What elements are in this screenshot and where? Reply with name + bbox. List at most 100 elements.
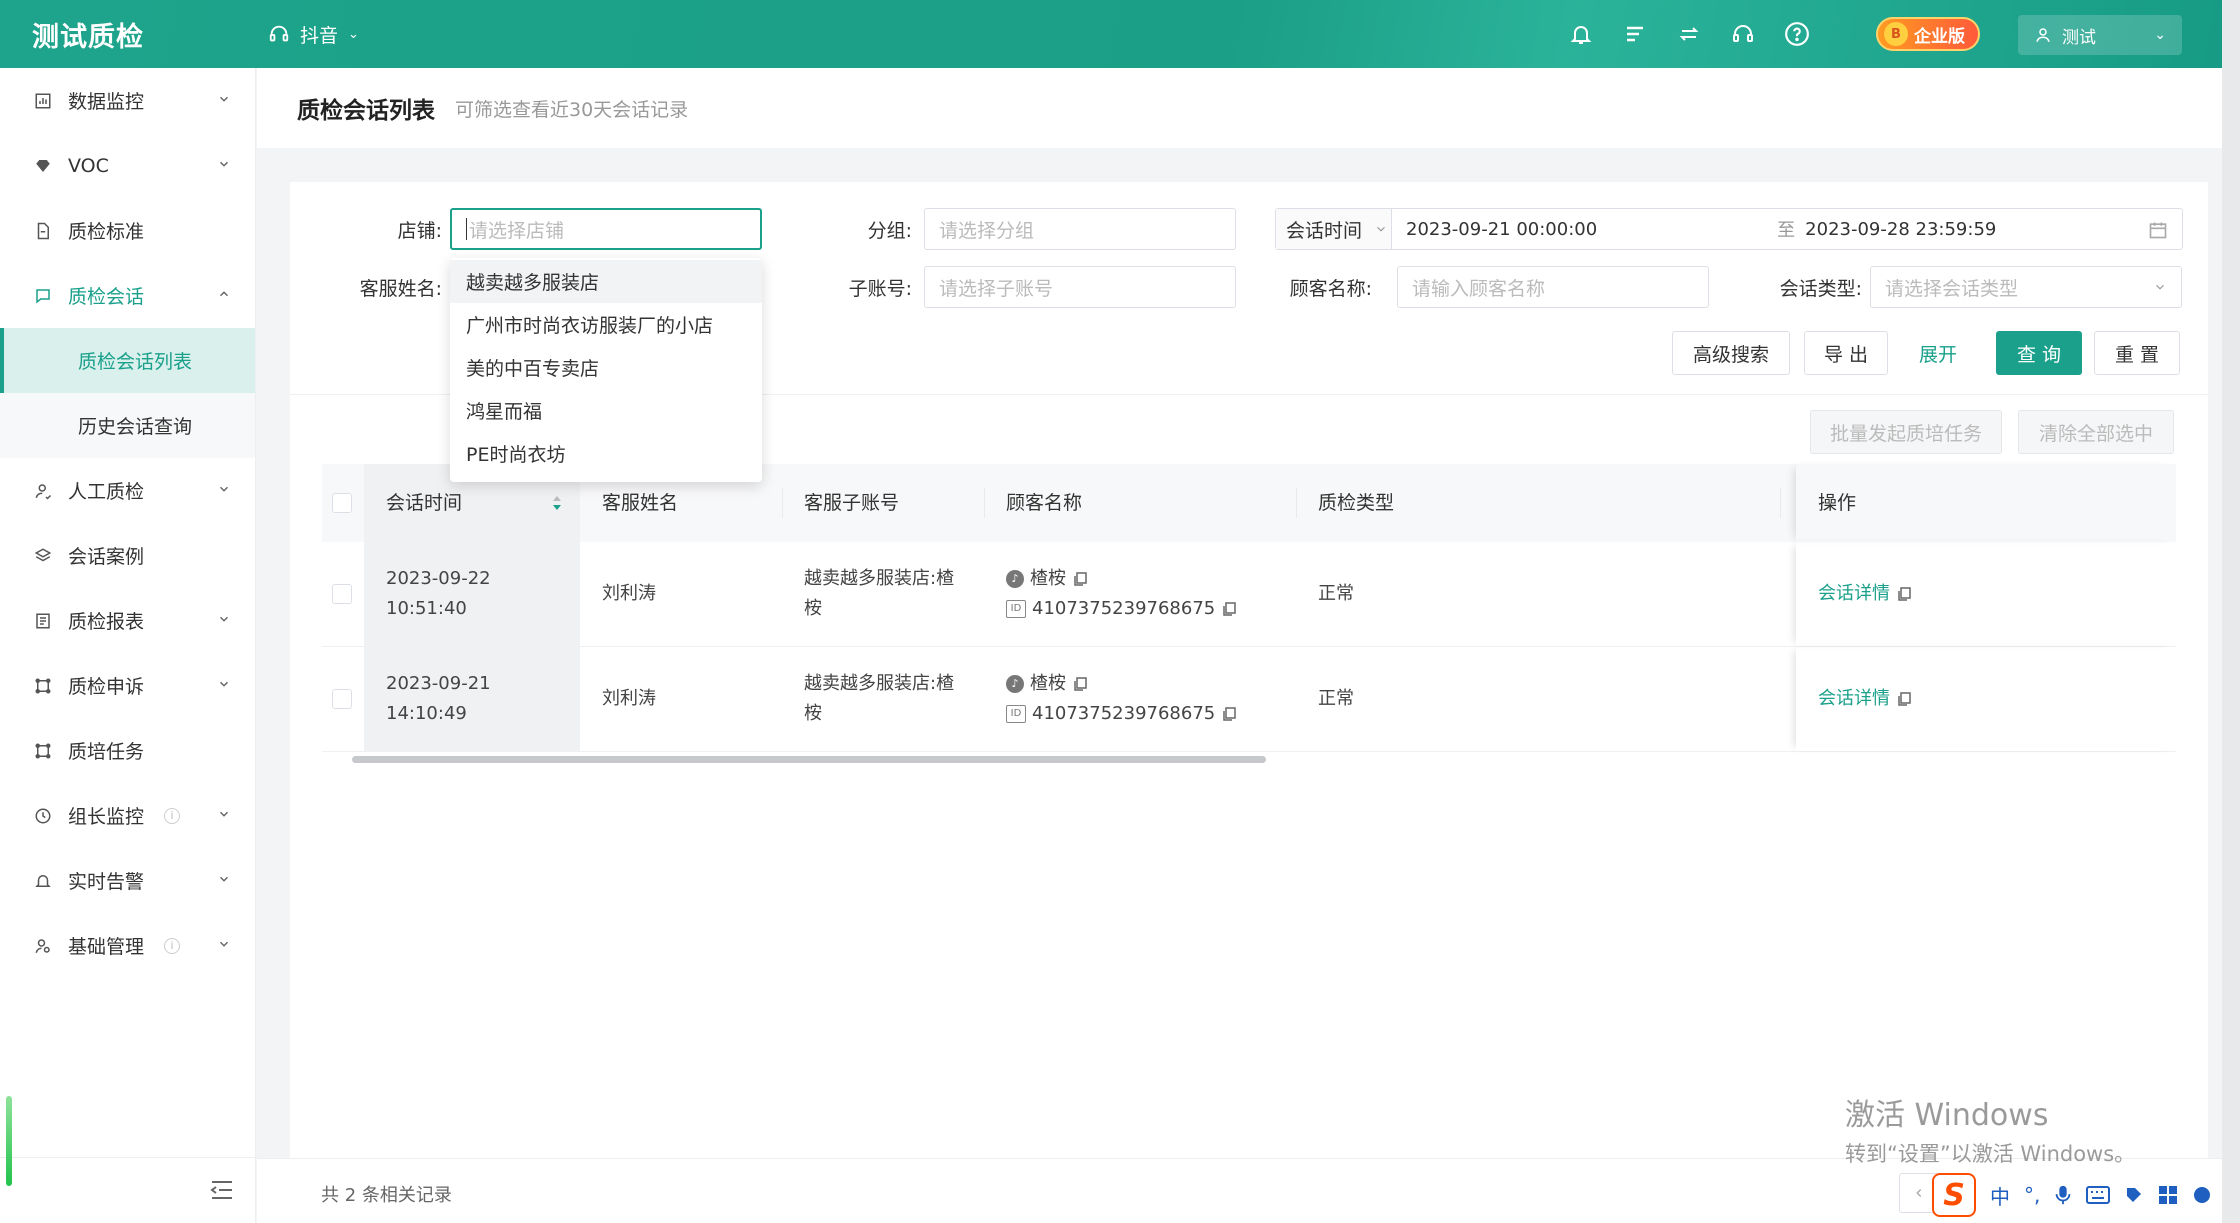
- subaccount-select[interactable]: 请选择子账号: [924, 266, 1236, 308]
- sidebar-item-training-task[interactable]: 质培任务: [0, 718, 255, 783]
- sidebar-item-data-monitor[interactable]: 数据监控: [0, 68, 255, 133]
- sidebar-item-manual-qc[interactable]: 人工质检: [0, 458, 255, 523]
- cell-agent: 刘利涛: [602, 583, 656, 604]
- date-start[interactable]: 2023-09-21 00:00:00: [1406, 219, 1597, 240]
- shop-option[interactable]: PE时尚衣坊: [450, 432, 762, 475]
- copy-icon[interactable]: [1896, 586, 1912, 602]
- sort-icon[interactable]: [552, 495, 562, 511]
- date-type-select[interactable]: 会话时间: [1276, 209, 1392, 249]
- session-table: 会话时间 客服姓名 客服子账号 顾客名称 质检类型 操作 2023-09-22 …: [322, 464, 2176, 752]
- app-logo[interactable]: 测试质检: [0, 15, 256, 54]
- clear-selection-button[interactable]: 清除全部选中: [2018, 410, 2174, 454]
- chevron-down-icon: [219, 681, 229, 687]
- sidebar-item-qc-standard[interactable]: 质检标准: [0, 198, 255, 263]
- shop-option[interactable]: 鸿星而福: [450, 389, 762, 432]
- group-select[interactable]: 请选择分组: [924, 208, 1236, 250]
- swap-icon[interactable]: [1676, 21, 1702, 47]
- cell-actions: 会话详情: [1818, 647, 2118, 751]
- shop-select[interactable]: 请选择店铺: [450, 208, 762, 250]
- expand-button[interactable]: 展开: [1902, 331, 1974, 375]
- cell-customer: ♪ 楂桉 ID 4107375239768675: [1006, 647, 1296, 751]
- advanced-search-button[interactable]: 高级搜索: [1672, 331, 1790, 375]
- shop-option[interactable]: 美的中百专卖店: [450, 346, 762, 389]
- session-detail-link[interactable]: 会话详情: [1818, 684, 1890, 714]
- tiktok-icon: ♪: [1006, 570, 1024, 588]
- collapse-menu-icon[interactable]: [210, 1180, 234, 1200]
- customer-name-input[interactable]: 请输入顾客名称: [1397, 266, 1709, 308]
- row-checkbox[interactable]: [332, 689, 352, 709]
- info-icon[interactable]: i: [164, 937, 181, 954]
- chevron-down-icon: [2156, 284, 2164, 290]
- ime-language[interactable]: 中: [1990, 1181, 2010, 1210]
- sidebar-item-leader-monitor[interactable]: 组长监控 i: [0, 783, 255, 848]
- query-button[interactable]: 查 询: [1996, 331, 2082, 375]
- page-header: 质检会话列表 可筛选查看近30天会话记录: [257, 68, 2240, 148]
- grid-icon[interactable]: [2158, 1185, 2178, 1205]
- reset-button[interactable]: 重 置: [2094, 331, 2180, 375]
- customer-name-line: ♪ 楂桉: [1006, 564, 1088, 594]
- calendar-icon[interactable]: [2148, 220, 2168, 240]
- keyboard-icon[interactable]: [2086, 1186, 2111, 1204]
- customer-id: 4107375239768675: [1032, 703, 1216, 724]
- page-subtitle: 可筛选查看近30天会话记录: [455, 98, 689, 121]
- export-button[interactable]: 导 出: [1804, 331, 1888, 375]
- chevron-down-icon: ⌄: [348, 26, 359, 42]
- copy-icon[interactable]: [1072, 676, 1088, 692]
- sidebar-subitem-history-query[interactable]: 历史会话查询: [0, 393, 255, 458]
- chevron-down-icon: [219, 876, 229, 882]
- toolbox-icon[interactable]: [2192, 1185, 2212, 1205]
- copy-icon[interactable]: [1221, 706, 1237, 722]
- sogou-logo-icon[interactable]: S: [1932, 1173, 1976, 1217]
- user-menu[interactable]: 测试 ⌄: [2018, 15, 2182, 55]
- sidebar-item-qc-report[interactable]: 质检报表: [0, 588, 255, 653]
- sidebar-item-label: 质培任务: [68, 741, 145, 763]
- sidebar-item-basic-manage[interactable]: 基础管理 i: [0, 913, 255, 978]
- group-placeholder: 请选择分组: [939, 219, 1035, 242]
- sidebar-item-qc-session[interactable]: 质检会话: [0, 263, 255, 328]
- date-end[interactable]: 2023-09-28 23:59:59: [1805, 219, 1996, 240]
- cell-time: 2023-09-22 10:51:40: [364, 542, 580, 646]
- sidebar-item-session-cases[interactable]: 会话案例: [0, 523, 255, 588]
- sidebar-item-realtime-alarm[interactable]: 实时告警: [0, 848, 255, 913]
- row-checkbox[interactable]: [332, 584, 352, 604]
- help-icon[interactable]: [1784, 21, 1810, 47]
- copy-icon[interactable]: [1221, 601, 1237, 617]
- table-horizontal-scrollbar[interactable]: [352, 756, 1266, 763]
- column-header-qc-type: 质检类型: [1318, 492, 1395, 514]
- microphone-icon[interactable]: [2054, 1184, 2072, 1206]
- sidebar: 数据监控 VOC 质检标准 质检会话 质检会话列表 历史会话查询 人工质检 会话…: [0, 68, 256, 1223]
- enterprise-badge[interactable]: B 企业版: [1876, 17, 1980, 51]
- manage-icon: [32, 935, 54, 957]
- sidebar-item-qc-appeal[interactable]: 质检申诉: [0, 653, 255, 718]
- user-icon: [2036, 28, 2050, 42]
- ime-toolbar: S 中 °,: [1932, 1172, 2212, 1218]
- customer-id-line: ID 4107375239768675: [1006, 699, 1237, 729]
- info-icon[interactable]: i: [164, 807, 181, 824]
- sidebar-subitem-session-list[interactable]: 质检会话列表: [0, 328, 255, 393]
- batch-training-button[interactable]: 批量发起质培任务: [1810, 410, 2002, 454]
- customer-id-line: ID 4107375239768675: [1006, 594, 1237, 624]
- shop-dropdown: 越卖越多服装店 广州市时尚衣访服装厂的小店 美的中百专卖店 鸿星而福 PE时尚衣…: [450, 258, 762, 482]
- skin-icon[interactable]: [2124, 1185, 2144, 1205]
- copy-icon[interactable]: [1896, 691, 1912, 707]
- headset-icon[interactable]: [1730, 21, 1756, 47]
- session-detail-link[interactable]: 会话详情: [1818, 579, 1890, 609]
- platform-selector[interactable]: 抖音 ⌄: [268, 21, 359, 48]
- column-header-subaccount: 客服子账号: [804, 492, 900, 514]
- select-all-checkbox[interactable]: [332, 493, 352, 513]
- ime-punctuation[interactable]: °,: [2024, 1183, 2040, 1207]
- sidebar-item-label: 基础管理: [68, 936, 145, 958]
- sidebar-item-label: 会话案例: [68, 546, 145, 568]
- shop-option[interactable]: 广州市时尚衣访服装厂的小店: [450, 303, 762, 346]
- bell-icon[interactable]: [1568, 21, 1594, 47]
- copy-icon[interactable]: [1072, 571, 1088, 587]
- date-range-picker[interactable]: 会话时间 2023-09-21 00:00:00 至 2023-09-28 23…: [1275, 208, 2183, 250]
- agent-name-label: 客服姓名:: [359, 278, 442, 300]
- sidebar-item-label: 质检报表: [68, 611, 145, 633]
- session-type-select[interactable]: 请选择会话类型: [1870, 266, 2182, 308]
- list-icon[interactable]: [1622, 21, 1648, 47]
- headset-icon: [269, 25, 289, 42]
- chevron-left-icon: [1916, 1188, 1922, 1198]
- sidebar-item-voc[interactable]: VOC: [0, 133, 255, 198]
- shop-option[interactable]: 越卖越多服装店: [450, 260, 762, 303]
